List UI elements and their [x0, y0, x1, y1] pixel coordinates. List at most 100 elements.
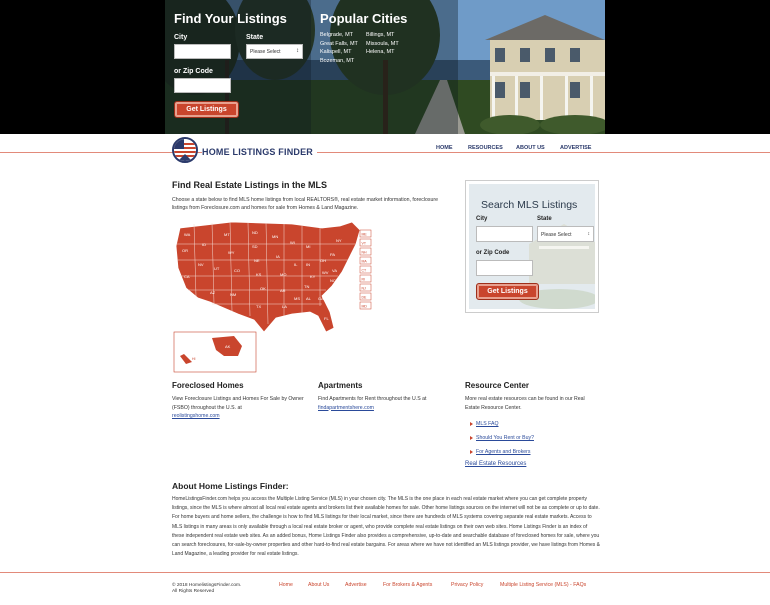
city-link[interactable]: Belgrade, MT — [320, 31, 358, 40]
city-link[interactable]: Great Falls, MT — [320, 40, 358, 49]
search-mls-title: Search MLS Listings — [481, 199, 578, 211]
map-state-label: MO — [280, 272, 286, 277]
map-state-label: SC — [328, 288, 334, 293]
map-state-label: MN — [272, 234, 278, 239]
rights-line: All Rights Reserved — [172, 589, 215, 594]
city-link[interactable]: Bozeman, MT — [320, 57, 358, 66]
logo-flag-icon[interactable] — [172, 137, 198, 163]
map-state-label: IN — [306, 262, 310, 267]
us-states-map[interactable]: WA OR CA ID NV MT WY UT AZ CO NM ND SD N… — [172, 216, 372, 376]
copyright: © 2018 HomelistingsFinder.com. All Right… — [172, 583, 241, 595]
agents-brokers-link[interactable]: For Agents and Brokers — [470, 449, 531, 455]
map-state-label: NM — [230, 292, 236, 297]
map-state-callout: MD — [362, 305, 368, 309]
foreclosed-homes-title: Foreclosed Homes — [172, 381, 244, 390]
search-city-label: City — [476, 216, 488, 222]
map-state-label: CA — [184, 274, 190, 279]
city-label: City — [174, 34, 188, 41]
footer-link-home[interactable]: Home — [279, 582, 293, 588]
footer-link-mls-faq[interactable]: Multiple Listing Service (MLS) - FAQs — [500, 582, 586, 588]
map-state-callout: NH — [362, 251, 368, 255]
map-state-label: ND — [252, 230, 258, 235]
map-state-label: WV — [322, 270, 329, 275]
popular-cities-title: Popular Cities — [320, 11, 408, 26]
city-link[interactable]: Helena, MT — [366, 48, 399, 57]
search-zip-input[interactable] — [476, 260, 533, 276]
footer-link-about[interactable]: About Us — [308, 582, 329, 588]
apartments-title: Apartments — [318, 381, 363, 390]
get-listings-button[interactable]: Get Listings — [174, 101, 239, 118]
nav-about-us[interactable]: ABOUT US — [516, 145, 545, 151]
footer-divider — [0, 572, 770, 573]
footer-link-privacy[interactable]: Privacy Policy — [451, 582, 483, 588]
city-link[interactable]: Missoula, MT — [366, 40, 399, 49]
about-title: About Home Listings Finder: — [172, 481, 289, 491]
map-state-callout: RI — [362, 278, 366, 282]
map-state-label: HI — [192, 357, 196, 361]
city-column-1: Belgrade, MT Great Falls, MT Kalispell, … — [320, 31, 358, 66]
city-column-2: Billings, MT Missoula, MT Helena, MT — [366, 31, 399, 57]
zip-label: or Zip Code — [174, 68, 213, 75]
map-state-label: OR — [182, 248, 188, 253]
state-label: State — [246, 34, 264, 41]
search-state-select[interactable]: Please Select ↕ — [537, 226, 594, 242]
map-state-label: PA — [330, 252, 335, 257]
search-mls-panel: Search MLS Listings City State Please Se… — [469, 184, 595, 309]
rent-or-buy-link[interactable]: Should You Rent or Buy? — [470, 435, 534, 441]
map-state-label: AK — [225, 344, 231, 349]
city-input[interactable] — [174, 44, 231, 59]
search-city-input[interactable] — [476, 226, 533, 242]
nav-resources[interactable]: RESOURCES — [468, 145, 503, 151]
resource-center-text: More real estate resources can be found … — [465, 396, 585, 411]
map-state-label: MI — [306, 244, 310, 249]
header-divider — [0, 152, 770, 153]
search-mls-box: Search MLS Listings City State Please Se… — [465, 180, 599, 313]
about-text: HomeListingsFinder.com helps you access … — [172, 496, 600, 558]
mls-faq-link[interactable]: MLS FAQ — [470, 421, 499, 427]
map-state-label: GA — [318, 296, 324, 301]
map-state-callout: NJ — [362, 287, 367, 291]
map-state-label: NV — [198, 262, 204, 267]
search-state-label: State — [537, 216, 552, 222]
search-zip-label: or Zip Code — [476, 250, 510, 256]
footer-link-advertise[interactable]: Advertise — [345, 582, 367, 588]
map-state-callout: DE — [362, 296, 368, 300]
map-state-label: SD — [252, 244, 258, 249]
state-select[interactable]: Please Select — [246, 44, 303, 59]
hero-banner: Find Your Listings City State Please Sel… — [0, 0, 770, 134]
resource-center-title: Resource Center — [465, 381, 530, 390]
map-state-callout: MA — [362, 260, 368, 264]
map-state-label: TX — [256, 304, 261, 309]
reolistingshome-link[interactable]: reolistingshome.com — [172, 413, 220, 419]
map-state-label: OK — [260, 286, 266, 291]
map-state-label: LA — [282, 304, 287, 309]
map-state-label: FL — [324, 316, 329, 321]
site-logo-text[interactable]: HOME LISTINGS FINDER — [202, 147, 318, 157]
map-state-label: UT — [214, 266, 220, 271]
map-state-label: MT — [224, 232, 230, 237]
map-state-label: OH — [320, 258, 326, 263]
map-state-label: WA — [184, 232, 191, 237]
real-estate-resources-link[interactable]: Real Estate Resources — [465, 461, 526, 467]
map-state-label: AL — [306, 296, 312, 301]
search-state-select-value: Please Select — [541, 232, 572, 238]
zip-input[interactable] — [174, 78, 231, 93]
map-state-label: NE — [254, 258, 260, 263]
intro-text: Choose a state below to find MLS home li… — [172, 197, 439, 211]
map-state-label: WI — [290, 240, 295, 245]
nav-advertise[interactable]: ADVERTISE — [560, 145, 592, 151]
map-state-label: IA — [276, 254, 280, 259]
city-link[interactable]: Billings, MT — [366, 31, 399, 40]
search-get-listings-button[interactable]: Get Listings — [476, 283, 539, 300]
city-link[interactable]: Kalispell, MT — [320, 48, 358, 57]
apartments-desc: Find Apartments for Rent throughout the … — [318, 396, 427, 402]
map-state-label: ID — [202, 242, 206, 247]
foreclosed-homes-text: View Foreclosure Listings and Homes For … — [172, 395, 307, 421]
map-state-callout: ME — [362, 233, 368, 237]
select-arrows-icon: ↕ — [587, 231, 591, 237]
map-state-label: AZ — [210, 290, 216, 295]
nav-home[interactable]: HOME — [436, 145, 453, 151]
findapartmentshere-link[interactable]: findapartmentshere.com — [318, 405, 374, 411]
footer-link-brokers[interactable]: For Brokers & Agents — [383, 582, 432, 588]
map-state-label: NY — [336, 238, 342, 243]
